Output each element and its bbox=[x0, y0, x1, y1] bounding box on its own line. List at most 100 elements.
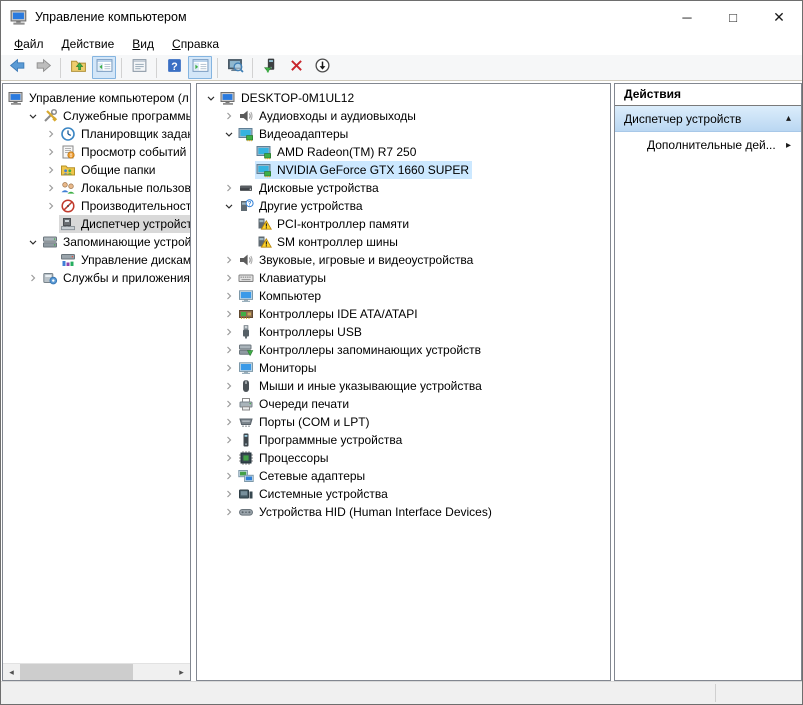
scan-hardware-button[interactable] bbox=[223, 56, 247, 79]
device-tree-item[interactable]: Мониторы bbox=[197, 359, 610, 377]
device-tree-item[interactable]: Аудиовходы и аудиовыходы bbox=[197, 107, 610, 125]
tree-node[interactable]: Управление компьютером (л bbox=[7, 89, 190, 107]
tree-node[interactable]: Служебные программы bbox=[41, 107, 190, 125]
expander-icon[interactable] bbox=[25, 108, 41, 124]
uninstall-device-button[interactable] bbox=[284, 56, 308, 79]
device-tree-item[interactable]: Устройства HID (Human Interface Devices) bbox=[197, 503, 610, 521]
expander-icon[interactable] bbox=[221, 324, 237, 340]
tree-node[interactable]: Контроллеры USB bbox=[237, 323, 365, 341]
device-tree-item[interactable]: NVIDIA GeForce GTX 1660 SUPER bbox=[197, 161, 610, 179]
update-driver-button[interactable] bbox=[258, 56, 282, 79]
device-tree-item[interactable]: Видеоадаптеры bbox=[197, 125, 610, 143]
menu-item-help[interactable]: Справка bbox=[163, 35, 228, 53]
tree-node[interactable]: Устройства HID (Human Interface Devices) bbox=[237, 503, 495, 521]
expander-icon[interactable] bbox=[221, 396, 237, 412]
tree-node[interactable]: Службы и приложения bbox=[41, 269, 190, 287]
expander-icon[interactable] bbox=[43, 144, 59, 160]
device-tree-item[interactable]: Контроллеры IDE ATA/ATAPI bbox=[197, 305, 610, 323]
tree-node[interactable]: Мыши и иные указывающие устройства bbox=[237, 377, 485, 395]
tree-node[interactable]: Контроллеры IDE ATA/ATAPI bbox=[237, 305, 421, 323]
tree-node[interactable]: Процессоры bbox=[237, 449, 332, 467]
tree-node[interactable]: Клавиатуры bbox=[237, 269, 329, 287]
device-tree-item[interactable]: Мыши и иные указывающие устройства bbox=[197, 377, 610, 395]
tree-node[interactable]: Программные устройства bbox=[237, 431, 405, 449]
console-tree-item[interactable]: Запоминающие устройст bbox=[3, 233, 190, 251]
expander-icon[interactable] bbox=[43, 162, 59, 178]
expander-icon[interactable] bbox=[221, 342, 237, 358]
expander-icon[interactable] bbox=[43, 180, 59, 196]
expander-icon[interactable] bbox=[221, 252, 237, 268]
device-tree-item[interactable]: DESKTOP-0M1UL12 bbox=[197, 89, 610, 107]
expander-icon[interactable] bbox=[25, 234, 41, 250]
tree-node[interactable]: DESKTOP-0M1UL12 bbox=[219, 89, 357, 107]
device-tree-item[interactable]: Клавиатуры bbox=[197, 269, 610, 287]
show-action-pane-button[interactable] bbox=[188, 56, 212, 79]
tree-node[interactable]: AMD Radeon(TM) R7 250 bbox=[255, 143, 419, 161]
expander-icon[interactable] bbox=[43, 126, 59, 142]
console-tree-item[interactable]: Службы и приложения bbox=[3, 269, 190, 287]
console-tree-item[interactable]: Диспетчер устройств bbox=[3, 215, 190, 233]
tree-node[interactable]: SM контроллер шины bbox=[255, 233, 401, 251]
expander-icon[interactable] bbox=[221, 360, 237, 376]
expander-icon[interactable] bbox=[221, 450, 237, 466]
forward-button[interactable] bbox=[31, 56, 55, 79]
minimize-button[interactable]: ─ bbox=[664, 1, 710, 33]
horizontal-scrollbar[interactable]: ◂ ▸ bbox=[3, 663, 190, 680]
device-tree-item[interactable]: SM контроллер шины bbox=[197, 233, 610, 251]
tree-node[interactable]: Планировщик заданий bbox=[59, 125, 190, 143]
close-button[interactable]: ✕ bbox=[756, 1, 802, 33]
tree-node[interactable]: Контроллеры запоминающих устройств bbox=[237, 341, 484, 359]
expander-icon[interactable] bbox=[221, 126, 237, 142]
console-tree-item[interactable]: Планировщик заданий bbox=[3, 125, 190, 143]
console-tree-item[interactable]: Служебные программы bbox=[3, 107, 190, 125]
console-tree-item[interactable]: Просмотр событий bbox=[3, 143, 190, 161]
menu-item-file[interactable]: Файл bbox=[5, 35, 53, 53]
show-console-tree-button[interactable] bbox=[92, 56, 116, 79]
expander-icon[interactable] bbox=[221, 486, 237, 502]
properties-button[interactable] bbox=[127, 56, 151, 79]
actions-item-more-actions[interactable]: Дополнительные дей... ▸ bbox=[615, 132, 801, 158]
device-tree-item[interactable]: AMD Radeon(TM) R7 250 bbox=[197, 143, 610, 161]
tree-node[interactable]: Аудиовходы и аудиовыходы bbox=[237, 107, 419, 125]
expander-icon[interactable] bbox=[221, 108, 237, 124]
up-one-level-button[interactable] bbox=[66, 56, 90, 79]
menu-item-view[interactable]: Вид bbox=[123, 35, 163, 53]
scroll-left-button[interactable]: ◂ bbox=[3, 664, 20, 680]
disable-device-button[interactable] bbox=[310, 56, 334, 79]
tree-node[interactable]: Видеоадаптеры bbox=[237, 125, 351, 143]
device-tree-item[interactable]: Сетевые адаптеры bbox=[197, 467, 610, 485]
device-tree-item[interactable]: Системные устройства bbox=[197, 485, 610, 503]
expander-icon[interactable] bbox=[221, 432, 237, 448]
device-tree-item[interactable]: Очереди печати bbox=[197, 395, 610, 413]
device-tree-item[interactable]: Порты (COM и LPT) bbox=[197, 413, 610, 431]
expander-icon[interactable] bbox=[221, 378, 237, 394]
expander-icon[interactable] bbox=[221, 198, 237, 214]
device-tree-item[interactable]: Контроллеры запоминающих устройств bbox=[197, 341, 610, 359]
tree-node[interactable]: Дисковые устройства bbox=[237, 179, 382, 197]
expander-icon[interactable] bbox=[221, 504, 237, 520]
tree-node[interactable]: Просмотр событий bbox=[59, 143, 189, 161]
tree-node-selected[interactable]: NVIDIA GeForce GTX 1660 SUPER bbox=[255, 161, 473, 179]
back-button[interactable] bbox=[5, 56, 29, 79]
tree-node[interactable]: Мониторы bbox=[237, 359, 319, 377]
menu-item-action[interactable]: Действие bbox=[53, 35, 124, 53]
device-tree-item[interactable]: Звуковые, игровые и видеоустройства bbox=[197, 251, 610, 269]
expander-icon[interactable] bbox=[43, 198, 59, 214]
console-tree-item[interactable]: Управление дисками bbox=[3, 251, 190, 269]
expander-icon[interactable] bbox=[221, 288, 237, 304]
help-button[interactable]: ? bbox=[162, 56, 186, 79]
tree-node[interactable]: Звуковые, игровые и видеоустройства bbox=[237, 251, 476, 269]
device-tree-item[interactable]: Контроллеры USB bbox=[197, 323, 610, 341]
tree-node[interactable]: Компьютер bbox=[237, 287, 324, 305]
actions-group-device-manager[interactable]: Диспетчер устройств ▴ bbox=[615, 106, 801, 132]
scroll-thumb[interactable] bbox=[20, 664, 133, 680]
device-tree-item[interactable]: Компьютер bbox=[197, 287, 610, 305]
device-tree-item[interactable]: PCI-контроллер памяти bbox=[197, 215, 610, 233]
device-tree-item[interactable]: Дисковые устройства bbox=[197, 179, 610, 197]
submenu-arrow-icon[interactable]: ▸ bbox=[786, 140, 791, 151]
device-tree-item[interactable]: Процессоры bbox=[197, 449, 610, 467]
expander-icon[interactable] bbox=[221, 270, 237, 286]
tree-node[interactable]: Общие папки bbox=[59, 161, 158, 179]
expander-icon[interactable] bbox=[203, 90, 219, 106]
expander-icon[interactable] bbox=[221, 468, 237, 484]
